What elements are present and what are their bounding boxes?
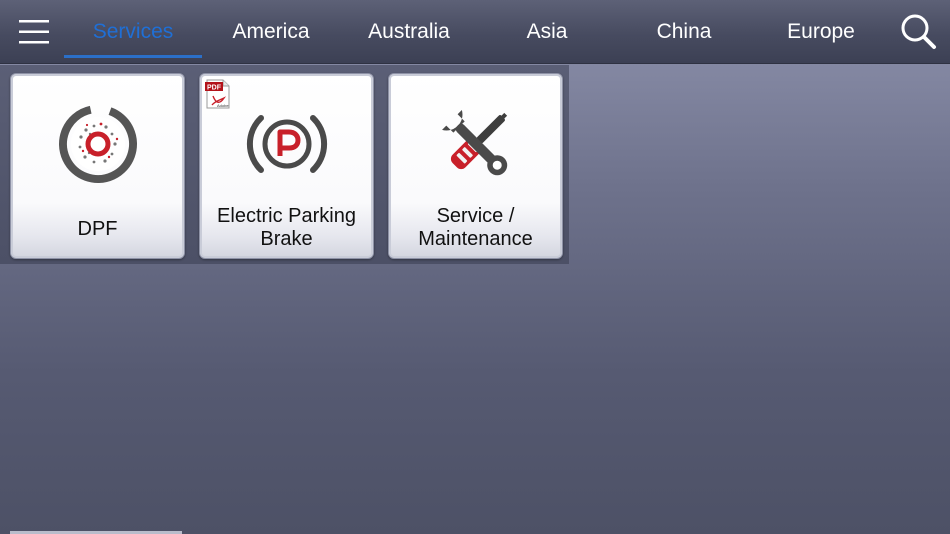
tab-europe[interactable]: Europe (752, 0, 890, 63)
tab-china[interactable]: China (615, 0, 753, 63)
tab-australia[interactable]: Australia (340, 0, 478, 63)
hamburger-icon (19, 20, 49, 44)
top-navigation-bar: Services America Australia Asia China Eu… (0, 0, 950, 64)
menu-button[interactable] (14, 14, 54, 50)
tile-electric-parking-brake[interactable]: PDF Adobe Electric Parking Brake (199, 73, 374, 259)
tile-service-maintenance[interactable]: Service / Maintenance (388, 73, 563, 259)
search-icon (901, 14, 936, 49)
active-tab-indicator (64, 55, 202, 58)
tile-dpf[interactable]: DPF (10, 73, 185, 259)
tile-dpf-label: DPF (77, 218, 118, 240)
search-button[interactable] (898, 12, 940, 52)
tile-service-maintenance-label-line-1: Service / (436, 205, 515, 227)
pdf-badge-text: PDF (207, 85, 222, 92)
tile-service-maintenance-label-line-2: Maintenance (418, 228, 533, 250)
wrench-screwdriver-icon (441, 110, 507, 176)
parking-brake-icon (246, 115, 327, 173)
dpf-filter-icon (58, 105, 137, 184)
tile-electric-parking-brake-label-line-2: Brake (260, 228, 313, 250)
tile-electric-parking-brake-label-line-1: Electric Parking (217, 205, 356, 227)
tab-america[interactable]: America (202, 0, 340, 63)
tab-asia[interactable]: Asia (478, 0, 616, 63)
tab-services[interactable]: Services (64, 0, 202, 63)
